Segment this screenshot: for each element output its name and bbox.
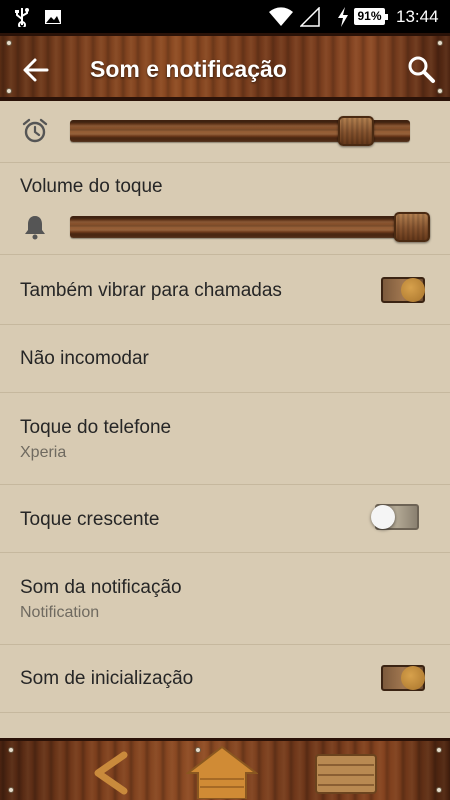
alarm-volume-row <box>0 101 450 163</box>
nail-decoration <box>437 88 443 94</box>
toggle-thumb <box>401 278 425 302</box>
startup-sound-row[interactable]: Som de inicialização <box>0 645 450 713</box>
image-icon <box>45 10 61 24</box>
toggle-thumb <box>371 505 395 529</box>
notification-sound-row[interactable]: Som da notificação Notification <box>0 553 450 645</box>
startup-sound-title: Som de inicialização <box>20 668 194 689</box>
wifi-icon <box>269 7 293 27</box>
do-not-disturb-row[interactable]: Não incomodar <box>0 325 450 393</box>
navigation-bar <box>0 738 450 800</box>
nail-decoration <box>437 40 443 46</box>
notification-sound-summary: Notification <box>20 604 100 621</box>
nail-decoration <box>6 88 12 94</box>
nav-home-button[interactable] <box>185 745 259 800</box>
battery-indicator: 91% <box>354 8 388 25</box>
ring-volume-slider[interactable] <box>70 216 430 238</box>
phone-ringtone-row[interactable]: Toque do telefone Xperia <box>0 393 450 485</box>
back-nav-icon <box>94 751 128 795</box>
home-nav-icon <box>185 745 259 800</box>
search-icon <box>408 56 435 83</box>
action-bar: Som e notificação <box>0 33 450 101</box>
nav-recents-button[interactable] <box>314 753 378 795</box>
back-arrow-icon <box>23 58 49 82</box>
clock: 13:44 <box>396 7 439 26</box>
alarm-clock-icon <box>22 118 48 143</box>
nail-decoration <box>436 747 442 753</box>
back-button[interactable] <box>22 56 50 84</box>
phone-ringtone-title: Toque do telefone <box>20 417 172 438</box>
startup-sound-toggle[interactable] <box>381 665 425 691</box>
search-button[interactable] <box>406 54 436 84</box>
page-title: Som e notificação <box>90 56 287 82</box>
nail-decoration <box>8 787 14 793</box>
vibrate-calls-row[interactable]: Também vibrar para chamadas <box>0 255 450 325</box>
nail-decoration <box>436 787 442 793</box>
nail-decoration <box>6 40 12 46</box>
vibrate-calls-title: Também vibrar para chamadas <box>20 280 282 301</box>
ascending-ring-toggle[interactable] <box>371 504 419 530</box>
alarm-volume-thumb[interactable] <box>337 116 374 146</box>
phone-ringtone-summary: Xperia <box>20 444 67 461</box>
usb-icon <box>15 8 29 27</box>
bell-icon <box>25 216 45 240</box>
no-signal-icon <box>300 7 320 27</box>
status-bar: 91% 13:44 <box>0 0 450 33</box>
notification-sound-title: Som da notificação <box>20 577 182 598</box>
screen: 91% 13:44 Som e notificação Volume do to… <box>0 0 450 800</box>
ascending-ring-title: Toque crescente <box>20 509 160 530</box>
nail-decoration <box>8 747 14 753</box>
toggle-thumb <box>401 666 425 690</box>
ring-volume-title: Volume do toque <box>20 176 163 197</box>
recents-nav-icon <box>315 754 377 794</box>
ring-volume-thumb[interactable] <box>394 212 430 242</box>
nav-back-button[interactable] <box>90 751 130 795</box>
ascending-ring-row[interactable]: Toque crescente <box>0 485 450 553</box>
vibrate-calls-toggle[interactable] <box>381 277 425 303</box>
ring-volume-row: Volume do toque <box>0 163 450 255</box>
charging-icon <box>338 7 348 27</box>
do-not-disturb-title: Não incomodar <box>20 348 149 369</box>
